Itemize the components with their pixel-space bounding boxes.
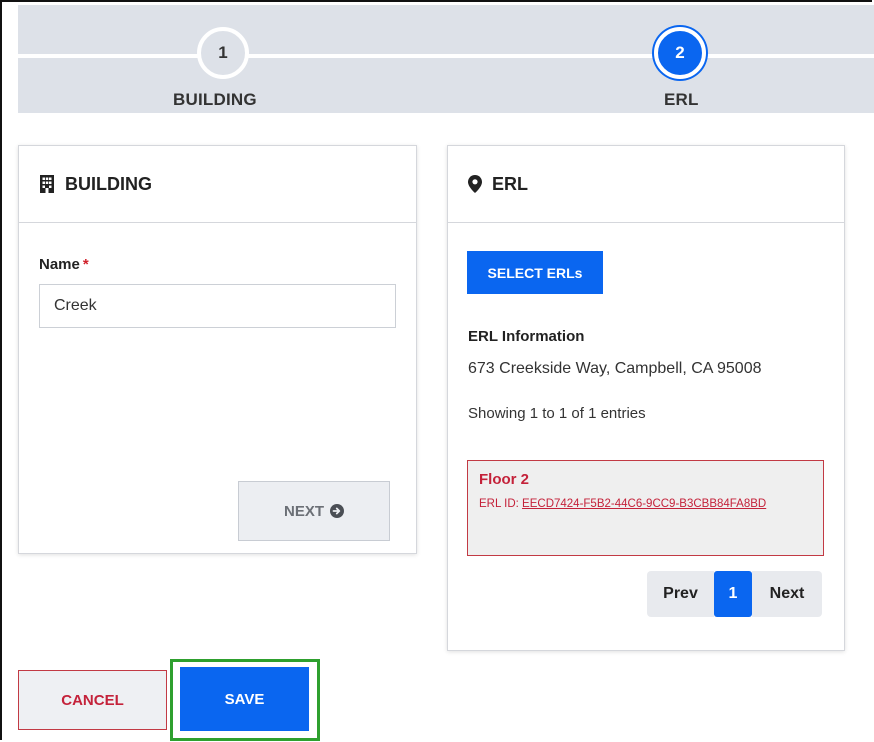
erl-card: ERL SELECT ERLs ERL Information 673 Cree… [447, 145, 845, 651]
building-icon [39, 175, 55, 193]
next-button-label: NEXT [283, 502, 324, 520]
select-erls-button[interactable]: SELECT ERLs [467, 251, 603, 294]
erl-floor: Floor 2 [479, 471, 530, 488]
pagination-page-1[interactable]: 1 [714, 571, 752, 617]
building-card-title: BUILDING [65, 173, 152, 194]
erl-address: 673 Creekside Way, Campbell, CA 95008 [468, 360, 762, 377]
name-label-text: Name [39, 256, 80, 273]
step-1-number: 1 [218, 43, 228, 62]
building-card: BUILDING Name* NEXT [18, 145, 417, 554]
entries-summary: Showing 1 to 1 of 1 entries [468, 405, 646, 422]
pagination-prev-button[interactable]: Prev [647, 571, 714, 617]
erl-entry-card[interactable]: Floor 2 ERL ID: EECD7424-F5B2-44C6-9CC9-… [467, 460, 824, 556]
arrow-circle-right-icon [330, 504, 344, 518]
cancel-button[interactable]: CANCEL [18, 670, 167, 730]
stepper-track [18, 54, 874, 58]
name-field-label: Name * [39, 256, 89, 273]
step-2-label: ERL [664, 90, 699, 109]
pagination-next-button[interactable]: Next [752, 571, 822, 617]
next-button[interactable]: NEXT [238, 481, 390, 541]
step-2-number: 2 [675, 43, 685, 62]
erl-card-title: ERL [492, 173, 528, 194]
erl-information-heading: ERL Information [468, 328, 585, 345]
step-1-label: BUILDING [173, 90, 257, 109]
required-asterisk: * [82, 256, 89, 273]
erl-id-line: ERL ID: EECD7424-F5B2-44C6-9CC9-B3CBB84F… [479, 494, 812, 514]
erl-id-link[interactable]: EECD7424-F5B2-44C6-9CC9-B3CBB84FA8BD [522, 498, 766, 510]
building-card-header: BUILDING [19, 146, 416, 223]
step-2-circle[interactable]: 2 [654, 27, 706, 79]
erl-card-header: ERL [448, 146, 844, 223]
building-name-input[interactable] [39, 284, 396, 328]
erl-id-label: ERL ID: [479, 498, 519, 510]
map-pin-icon [468, 175, 482, 193]
pagination: Prev 1 Next [647, 571, 822, 617]
step-1-circle[interactable]: 1 [197, 27, 249, 79]
save-button[interactable]: SAVE [180, 667, 309, 731]
wizard-stepper: 1 BUILDING 2 ERL [18, 5, 874, 113]
